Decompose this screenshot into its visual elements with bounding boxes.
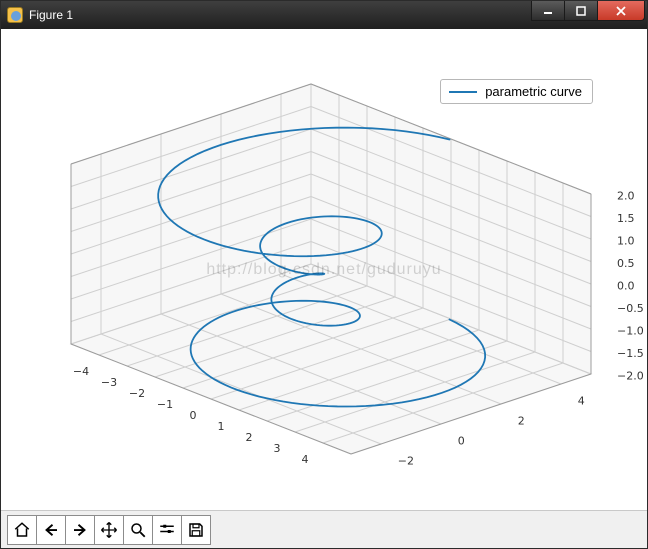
maximize-button[interactable] [564,1,598,21]
home-button[interactable] [7,515,37,545]
window-title: Figure 1 [29,8,73,22]
svg-text:2: 2 [518,415,525,428]
close-icon [615,5,627,17]
svg-text:−1.0: −1.0 [617,325,644,338]
svg-text:−3: −3 [101,376,117,389]
svg-text:2: 2 [246,431,253,444]
svg-text:4: 4 [578,395,585,408]
save-button[interactable] [181,515,211,545]
save-icon [187,521,205,539]
svg-text:−4: −4 [73,365,89,378]
legend: parametric curve [440,79,593,104]
svg-text:1.5: 1.5 [617,212,635,225]
minimize-icon [543,6,553,16]
svg-text:−2.0: −2.0 [617,370,644,383]
svg-text:4: 4 [302,453,309,466]
configure-subplots-button[interactable] [152,515,182,545]
svg-text:−1: −1 [157,398,173,411]
sliders-icon [158,521,176,539]
legend-line-swatch [449,91,477,93]
svg-text:0.0: 0.0 [617,280,635,293]
svg-text:2.0: 2.0 [617,190,635,203]
svg-text:1.0: 1.0 [617,235,635,248]
window-controls [532,1,645,29]
svg-text:0: 0 [190,409,197,422]
move-icon [100,521,118,539]
svg-text:0: 0 [458,435,465,448]
matplotlib-toolbar [1,510,647,548]
svg-text:3: 3 [274,442,281,455]
app-icon [7,7,23,23]
svg-text:0.5: 0.5 [617,257,635,270]
figure-window: Figure 1 −4−3−2−101234−2024−2.0−1.5−1.0−… [0,0,648,549]
plot-canvas[interactable]: −4 −3 −2 −1 0 1 2 3 4 −2 0 2 4 −2.0 −1.5 −1.0 −0.5 0.0 0.5… [1,29,647,510]
home-icon [13,521,31,539]
close-button[interactable] [597,1,645,21]
forward-button[interactable] [65,515,95,545]
back-button[interactable] [36,515,66,545]
svg-text:−1.5: −1.5 [617,347,644,360]
titlebar[interactable]: Figure 1 [1,1,647,29]
svg-text:−0.5: −0.5 [617,302,644,315]
minimize-button[interactable] [531,1,565,21]
pan-button[interactable] [94,515,124,545]
svg-text:−2: −2 [398,455,414,468]
arrow-left-icon [42,521,60,539]
legend-label: parametric curve [485,84,582,99]
svg-text:1: 1 [218,420,225,433]
svg-text:−2: −2 [129,387,145,400]
arrow-right-icon [71,521,89,539]
zoom-button[interactable] [123,515,153,545]
zoom-icon [129,521,147,539]
maximize-icon [576,6,586,16]
